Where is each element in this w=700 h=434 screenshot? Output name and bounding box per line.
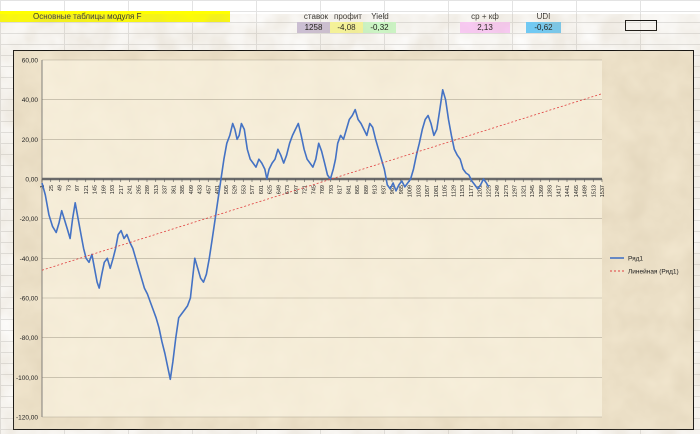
- x-tick-label: 25: [49, 185, 55, 191]
- x-tick-label: 1321: [521, 185, 527, 197]
- x-tick-label: 1249: [495, 185, 501, 197]
- x-tick-label: 793: [329, 185, 335, 194]
- x-tick-label: 937: [381, 185, 387, 194]
- x-tick-label: 577: [250, 185, 256, 194]
- x-tick-label: 817: [338, 185, 344, 194]
- y-tick-label: -80,00: [20, 335, 39, 342]
- x-tick-label: 145: [93, 185, 99, 194]
- x-tick-label: 385: [180, 185, 186, 194]
- x-tick-label: 1105: [443, 185, 449, 197]
- x-tick-label: 97: [75, 185, 81, 191]
- x-tick-label: 1465: [574, 185, 580, 197]
- x-tick-label: 721: [303, 185, 309, 194]
- x-tick-label: 625: [268, 185, 274, 194]
- x-tick-label: 1393: [548, 185, 554, 197]
- x-tick-label: 745: [311, 185, 317, 194]
- x-tick-label: 601: [259, 185, 265, 194]
- plot-area: [42, 60, 602, 417]
- x-tick-label: 1345: [530, 185, 536, 197]
- x-tick-label: 433: [198, 185, 204, 194]
- x-tick-label: 289: [145, 185, 151, 194]
- x-tick-label: 1441: [565, 185, 571, 197]
- x-tick-label: 913: [373, 185, 379, 194]
- y-tick-label: 0,00: [25, 177, 38, 184]
- x-tick-label: 553: [241, 185, 247, 194]
- x-tick-label: 265: [136, 185, 142, 194]
- y-tick-label: -40,00: [20, 256, 39, 263]
- x-tick-label: 121: [84, 185, 90, 194]
- x-tick-label: 313: [154, 185, 160, 194]
- x-tick-label: 1417: [556, 185, 562, 197]
- y-tick-label: 60,00: [22, 58, 39, 65]
- x-tick-label: 1033: [416, 185, 422, 197]
- y-tick-label: -120,00: [16, 415, 38, 422]
- x-tick-label: 1153: [460, 185, 466, 197]
- y-tick-label: 20,00: [22, 137, 39, 144]
- x-tick-label: 769: [320, 185, 326, 194]
- x-tick-label: 457: [206, 185, 212, 194]
- y-tick-label: -60,00: [20, 296, 39, 303]
- x-tick-label: 1081: [434, 185, 440, 197]
- x-tick-label: 1297: [513, 185, 519, 197]
- x-tick-label: 361: [171, 185, 177, 194]
- y-tick-label: 40,00: [22, 97, 39, 104]
- x-tick-label: 529: [233, 185, 239, 194]
- y-tick-label: -100,00: [16, 375, 38, 382]
- x-tick-label: 1369: [539, 185, 545, 197]
- x-tick-label: 1537: [600, 185, 606, 197]
- x-tick-label: 889: [364, 185, 370, 194]
- x-tick-label: 841: [346, 185, 352, 194]
- x-tick-label: 865: [355, 185, 361, 194]
- x-tick-label: 1273: [504, 185, 510, 197]
- line-chart: 60,00 40,00 20,00 0,00 -20,00 -40,00 -60,00 -80…: [15, 52, 692, 428]
- x-tick-label: 73: [66, 185, 72, 191]
- x-tick-label: 505: [224, 185, 230, 194]
- x-tick-label: 169: [101, 185, 107, 194]
- x-tick-label: 1225: [486, 185, 492, 197]
- x-tick-label: 649: [276, 185, 282, 194]
- x-tick-label: 1129: [451, 185, 457, 197]
- x-tick-label: 49: [58, 185, 64, 191]
- x-tick-label: 217: [119, 185, 125, 194]
- x-tick-label: 241: [128, 185, 134, 194]
- x-tick-label: 409: [189, 185, 195, 194]
- x-tick-label: 337: [163, 185, 169, 194]
- x-tick-label: 193: [110, 185, 116, 194]
- x-tick-label: 1177: [469, 185, 475, 197]
- y-tick-label: -20,00: [20, 216, 39, 223]
- x-tick-label: 1513: [591, 185, 597, 197]
- legend-label: Ряд1: [628, 256, 643, 263]
- x-tick-label: 1489: [583, 185, 589, 197]
- legend-label: Линейная (Ряд1): [628, 268, 679, 276]
- x-tick-label: 1057: [425, 185, 431, 197]
- x-tick-label: 1009: [408, 185, 414, 197]
